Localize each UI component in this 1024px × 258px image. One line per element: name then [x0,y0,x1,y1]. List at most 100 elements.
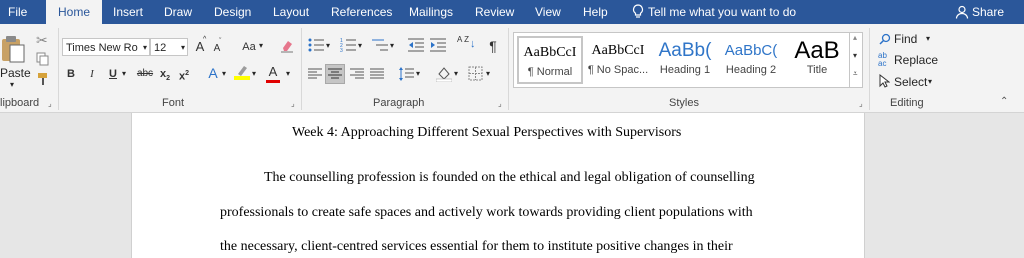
group-separator [869,28,870,110]
bold-button[interactable]: B [64,64,78,84]
chevron-down-icon[interactable]: ▾ [454,69,458,78]
group-separator [508,28,509,110]
chevron-down-icon[interactable]: ▾ [181,39,185,57]
decrease-indent-icon[interactable] [408,38,424,55]
more-styles-icon[interactable]: ⩡ [853,69,858,79]
chevron-down-icon[interactable]: ▾ [416,69,420,78]
chevron-down-icon[interactable]: ▾ [222,69,226,78]
dialog-launcher-icon[interactable]: ⌟ [48,99,52,108]
tab-view[interactable]: View [535,0,561,24]
font-color-button[interactable]: A [266,62,280,82]
chevron-down-icon[interactable]: ▾ [926,34,930,43]
align-right-icon[interactable] [350,68,364,83]
style-heading-1[interactable]: AaBb( Heading 1 [652,36,718,84]
style-no-spacing[interactable]: AaBbCcI ¶ No Spac... [585,36,651,84]
chevron-down-icon[interactable]: ▾ [358,41,362,50]
underline-button[interactable]: U [106,64,120,84]
chevron-down-icon[interactable]: ▾ [486,69,490,78]
dialog-launcher-icon[interactable]: ⌟ [859,99,863,108]
cut-icon[interactable]: ✂ [36,32,48,49]
find-button[interactable]: Find [894,32,917,46]
tell-me-search[interactable]: Tell me what you want to do [648,0,796,24]
document-page[interactable]: Week 4: Approaching Different Sexual Per… [131,113,865,258]
copy-icon[interactable] [36,52,49,69]
scroll-down-icon[interactable]: ▾ [853,51,857,60]
align-center-button[interactable] [325,64,345,84]
lightbulb-icon [632,4,644,23]
dialog-launcher-icon[interactable]: ⌟ [498,99,502,108]
format-painter-icon[interactable] [36,72,50,89]
change-case-button[interactable]: Aa [238,37,260,57]
svg-text:3: 3 [340,48,343,52]
tab-file[interactable]: File [8,0,27,24]
increase-indent-icon[interactable] [430,38,446,55]
style-name: ¶ Normal [527,66,573,78]
dialog-launcher-icon[interactable]: ⌟ [291,99,295,108]
line-spacing-icon[interactable] [398,66,414,85]
caret-down-icon: ˇ [219,38,222,45]
clipboard-icon [2,36,25,63]
paste-label: Paste [0,66,31,80]
font-size-combo[interactable]: 12 ▾ [150,38,188,56]
select-button[interactable]: Select [894,75,927,89]
clear-formatting-icon[interactable] [280,39,294,56]
chevron-down-icon[interactable]: ▾ [286,69,290,78]
collapse-ribbon-icon[interactable]: ⌃ [1000,96,1008,107]
font-name-value: Times New Ro [66,42,138,54]
tab-layout[interactable]: Layout [273,0,309,24]
superscript-button[interactable]: x2 [178,64,190,84]
style-sample: AaBb( [658,40,712,61]
style-name: Heading 1 [659,64,711,76]
style-heading-2[interactable]: AaBbC( Heading 2 [718,36,784,84]
paragraph-line: The counselling profession is founded on… [264,170,755,185]
show-formatting-button[interactable]: ¶ [486,36,500,56]
chevron-down-icon: ▾ [10,80,15,89]
chevron-down-icon[interactable]: ▾ [928,77,932,86]
tab-references[interactable]: References [331,0,392,24]
sort-icon[interactable]: A Z [457,36,469,44]
font-color-letter: A [268,64,278,79]
replace-button[interactable]: Replace [894,53,938,67]
tab-design[interactable]: Design [214,0,251,24]
justify-icon[interactable] [370,68,384,83]
style-normal[interactable]: AaBbCcI ¶ Normal [517,36,583,84]
scroll-up-icon[interactable]: ▴ [853,33,857,42]
chevron-down-icon[interactable]: ▾ [326,41,330,50]
numbering-icon[interactable]: 123 [340,38,356,55]
bullets-icon[interactable] [308,38,324,55]
paste-button[interactable]: Paste ▾ [0,32,31,89]
chevron-down-icon[interactable]: ▾ [252,69,256,78]
highlight-icon[interactable] [234,64,250,83]
align-left-icon[interactable] [308,68,322,83]
paragraph-line: the necessary, client-centred services e… [220,239,733,254]
borders-icon[interactable] [468,66,483,84]
tab-review[interactable]: Review [475,0,514,24]
sort-arrow-icon: ↓ [470,38,476,50]
chevron-down-icon[interactable]: ▾ [390,41,394,50]
share-button[interactable]: Share [972,0,1004,24]
text-effects-button[interactable]: A [206,63,220,83]
style-name: Title [806,64,828,76]
style-sample: AaBbCcI [591,43,645,58]
font-name-combo[interactable]: Times New Ro ▾ [62,38,150,56]
group-separator [58,28,59,110]
styles-gallery: AaBbCcI ¶ Normal AaBbCcI ¶ No Spac... Aa… [513,32,863,88]
strikethrough-button[interactable]: abc [135,64,155,84]
style-title[interactable]: AaB Title [784,36,850,84]
italic-button[interactable]: I [86,64,98,84]
tab-help[interactable]: Help [583,0,608,24]
search-icon [879,33,891,48]
styles-scrollbar[interactable]: ▴ ▾ ⩡ [849,33,863,87]
tab-mailings[interactable]: Mailings [409,0,453,24]
caret-up-icon: ^ [203,36,207,43]
tab-draw[interactable]: Draw [164,0,192,24]
chevron-down-icon[interactable]: ▾ [259,41,263,50]
multilevel-list-icon[interactable] [372,38,388,55]
font-color-swatch [266,80,280,83]
chevron-down-icon[interactable]: ▾ [143,39,147,57]
shading-icon[interactable] [435,66,453,85]
tab-insert[interactable]: Insert [113,0,143,24]
chevron-down-icon[interactable]: ▾ [122,69,126,78]
tab-home[interactable]: Home [46,0,103,24]
subscript-button[interactable]: x2 [159,64,171,84]
